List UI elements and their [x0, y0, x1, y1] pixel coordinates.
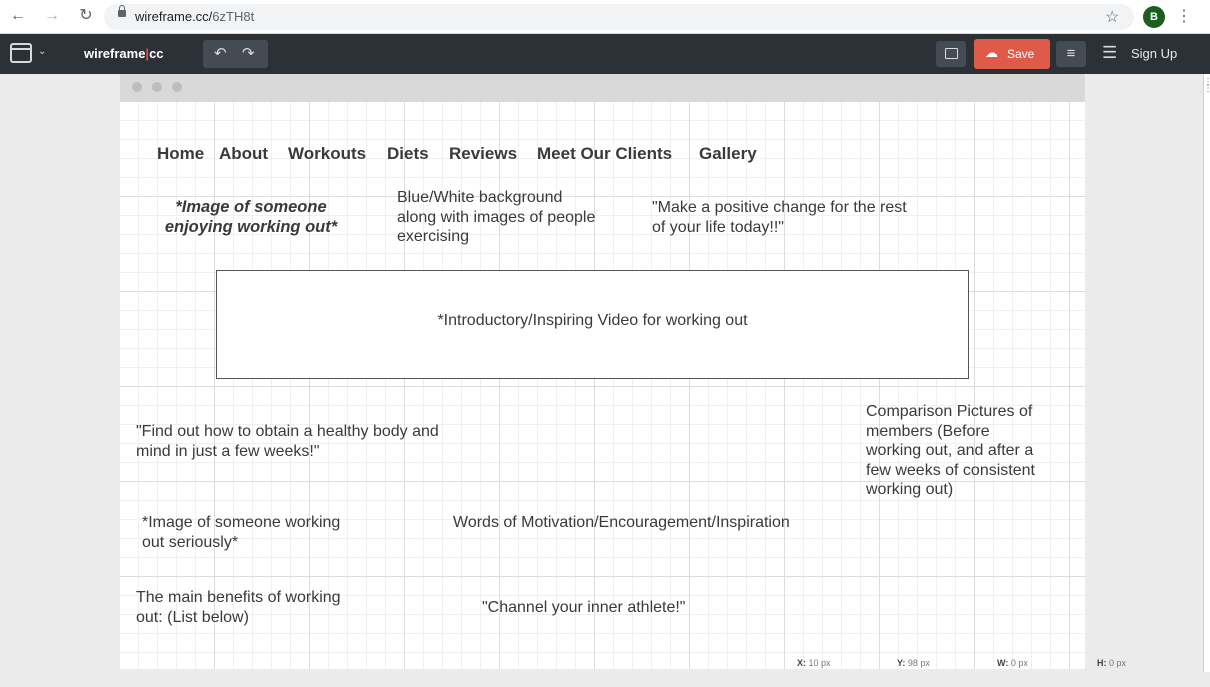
address-bar[interactable]: wireframe.cc/6zTH8t: [104, 4, 1134, 30]
url-text: wireframe.cc/6zTH8t: [135, 9, 255, 24]
window-dot: [132, 82, 142, 92]
wireframe-canvas[interactable]: [120, 102, 1085, 669]
wf-text-line: members (Before: [866, 422, 990, 440]
wf-text-line: *Image of someone: [175, 198, 327, 216]
wf-benefits-text[interactable]: The main benefits of working out: (List …: [136, 588, 341, 627]
wf-nav-about[interactable]: About: [219, 144, 268, 164]
wf-video-placeholder[interactable]: *Introductory/Inspiring Video for workin…: [216, 270, 969, 379]
cloud-upload-icon: ☁: [985, 45, 998, 60]
status-w: W: 0 px: [997, 658, 1028, 668]
forward-arrow-icon[interactable]: →: [42, 6, 62, 26]
wf-text-line: mind in just a few weeks!": [136, 442, 320, 460]
settings-sliders-icon[interactable]: ≡: [1056, 41, 1086, 67]
wf-comparison-pictures[interactable]: Comparison Pictures of members (Before w…: [866, 402, 1035, 500]
save-label: Save: [1007, 47, 1035, 61]
wf-text-line: along with images of people: [397, 208, 596, 226]
chevron-down-icon[interactable]: ⌄: [38, 46, 46, 57]
lock-icon: [118, 5, 126, 17]
hamburger-menu-icon[interactable]: ☰: [1102, 43, 1117, 63]
wf-text-line: enjoying working out*: [164, 217, 338, 236]
window-dot: [152, 82, 162, 92]
sign-up-link[interactable]: Sign Up: [1131, 46, 1177, 61]
wf-text-line: "Make a positive change for the rest: [652, 199, 907, 216]
wf-quote-change[interactable]: "Make a positive change for the rest of …: [652, 198, 907, 237]
browser-frame-header: [120, 74, 1085, 102]
wf-text-line: few weeks of consistent: [866, 461, 1035, 479]
wf-nav-reviews[interactable]: Reviews: [449, 144, 517, 164]
profile-avatar[interactable]: B: [1143, 6, 1165, 28]
wf-text-line: The main benefits of working: [136, 589, 341, 606]
wf-image-placeholder-serious[interactable]: *Image of someone working out seriously*: [142, 513, 340, 552]
undo-redo-group: ↶ ↷: [203, 40, 268, 68]
browser-toolbar: ← → ↻ wireframe.cc/6zTH8t ☆ B ⋮: [0, 0, 1210, 34]
bottom-margin: [0, 672, 1210, 687]
wf-nav-workouts[interactable]: Workouts: [288, 144, 366, 164]
window-dot: [172, 82, 182, 92]
wf-text-line: "Find out how to obtain a healthy body a…: [136, 423, 439, 440]
wf-nav-gallery[interactable]: Gallery: [699, 144, 757, 164]
back-arrow-icon[interactable]: ←: [8, 6, 28, 26]
wf-motivation-text[interactable]: Words of Motivation/Encouragement/Inspir…: [453, 513, 790, 533]
wf-text-line: Comparison Pictures of: [866, 403, 1033, 420]
drag-handle-icon[interactable]: ⋮ ⋮: [1203, 78, 1210, 94]
redo-icon[interactable]: ↷: [242, 44, 255, 62]
wf-text-line: Blue/White background: [397, 189, 563, 206]
wf-text-line: of your life today!!": [652, 218, 784, 236]
status-y: Y: 98 px: [897, 658, 930, 668]
wf-athlete-quote[interactable]: "Channel your inner athlete!": [482, 598, 685, 618]
status-x: X: 10 px: [797, 658, 831, 668]
status-h: H: 0 px: [1097, 658, 1127, 668]
wf-nav-home[interactable]: Home: [157, 144, 204, 164]
scrollbar[interactable]: [1203, 74, 1210, 687]
wf-nav-diets[interactable]: Diets: [387, 144, 429, 164]
wf-video-label: *Introductory/Inspiring Video for workin…: [437, 312, 748, 329]
save-button[interactable]: ☁ Save: [974, 39, 1050, 69]
wf-image-placeholder-enjoying[interactable]: *Image of someone enjoying working out*: [140, 198, 362, 237]
reload-icon[interactable]: ↻: [76, 6, 96, 26]
kebab-menu-icon[interactable]: ⋮: [1176, 6, 1192, 26]
window-icon[interactable]: [10, 43, 32, 63]
star-icon[interactable]: ☆: [1105, 7, 1119, 27]
right-margin: [1085, 74, 1203, 687]
wf-text-line: working out, and after a: [866, 442, 1034, 459]
wf-find-out-text[interactable]: "Find out how to obtain a healthy body a…: [136, 422, 439, 461]
wf-text-line: working out): [866, 481, 954, 498]
comment-button[interactable]: [936, 41, 966, 67]
coordinates-status-bar: X: 10 px Y: 98 px W: 0 px H: 0 px: [120, 654, 1193, 672]
app-toolbar: ⌄ wireframe|cc ↶ ↷ ☁ Save ≡ ☰ Sign Up: [0, 34, 1210, 74]
wf-text-line: out: (List below): [136, 608, 249, 626]
brand-logo[interactable]: wireframe|cc: [84, 46, 164, 61]
wf-text-line: exercising: [397, 228, 470, 245]
wf-text-line: out seriously*: [142, 533, 239, 551]
wf-background-note[interactable]: Blue/White background along with images …: [397, 188, 595, 247]
undo-icon[interactable]: ↶: [214, 44, 227, 62]
wf-nav-meet-our-clients[interactable]: Meet Our Clients: [537, 144, 672, 164]
wf-text-line: *Image of someone working: [142, 514, 341, 531]
